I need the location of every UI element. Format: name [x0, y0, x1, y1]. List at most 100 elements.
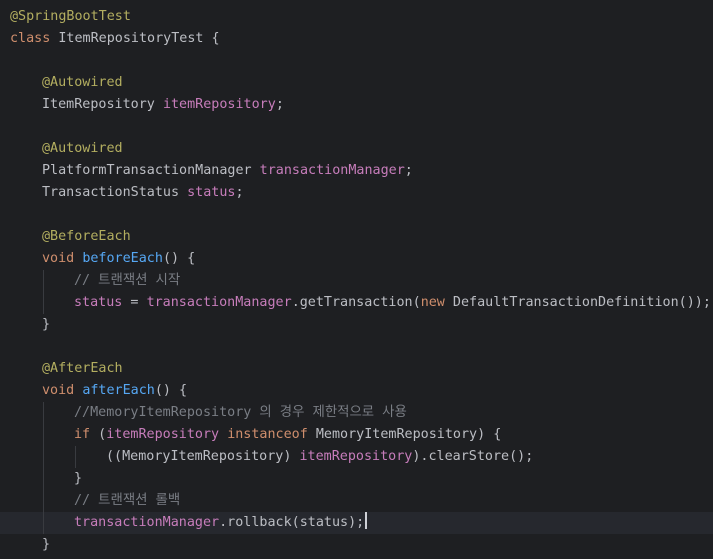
- code-line[interactable]: [0, 50, 713, 72]
- code-text: @Autowired: [42, 72, 123, 94]
- code-token: @AfterEach: [42, 361, 123, 376]
- code-token: ).clearStore();: [412, 449, 534, 464]
- code-token: status: [187, 185, 236, 200]
- code-text: @Autowired: [42, 138, 123, 160]
- code-token: TransactionStatus: [42, 185, 188, 200]
- code-token: MemoryItemRepository) {: [307, 427, 502, 442]
- code-token: @BeforeEach: [42, 229, 131, 244]
- code-token: itemRepository: [299, 449, 413, 464]
- indent-guide: [43, 292, 44, 314]
- code-line[interactable]: @AfterEach: [0, 358, 713, 380]
- code-line[interactable]: [0, 204, 713, 226]
- code-token: ;: [404, 163, 413, 178]
- indent-guide: [43, 402, 44, 424]
- text-caret: [365, 512, 368, 529]
- code-token: itemRepository: [106, 427, 220, 442]
- code-text: }: [74, 468, 82, 490]
- code-line[interactable]: PlatformTransactionManager transactionMa…: [0, 160, 713, 182]
- code-token: =: [122, 295, 147, 310]
- indent-guide: [43, 424, 44, 446]
- code-token: if: [74, 427, 91, 442]
- code-token: PlatformTransactionManager: [42, 163, 260, 178]
- code-token: transactionManager: [146, 295, 292, 310]
- code-token: (: [90, 427, 107, 442]
- code-token: status: [74, 295, 123, 310]
- code-text: void afterEach() {: [42, 380, 187, 402]
- code-text: ItemRepository itemRepository;: [42, 94, 284, 116]
- code-text: //MemoryItemRepository 의 경우 제한적으로 사용: [74, 402, 407, 424]
- code-line[interactable]: void afterEach() {: [0, 380, 713, 402]
- code-token: beforeEach: [82, 251, 163, 266]
- code-line[interactable]: // 트랜잭션 롤백: [0, 490, 713, 512]
- code-line[interactable]: TransactionStatus status;: [0, 182, 713, 204]
- code-text: transactionManager.rollback(status);: [74, 512, 368, 534]
- code-token: transactionManager: [74, 515, 220, 530]
- code-line[interactable]: status = transactionManager.getTransacti…: [0, 292, 713, 314]
- code-line[interactable]: }: [0, 468, 713, 490]
- code-text: if (itemRepository instanceof MemoryItem…: [74, 424, 501, 446]
- code-line[interactable]: void beforeEach() {: [0, 248, 713, 270]
- indent-guide: [75, 446, 76, 468]
- code-text: }: [42, 534, 50, 556]
- code-token: void: [42, 383, 75, 398]
- code-token: // 트랜잭션 롤백: [74, 493, 181, 508]
- code-token: ItemRepositoryTest {: [50, 31, 220, 46]
- code-text: @BeforeEach: [42, 226, 131, 248]
- code-token: // 트랜잭션 시작: [74, 273, 181, 288]
- code-token: //MemoryItemRepository 의 경우 제한적으로 사용: [74, 405, 407, 420]
- code-token: ;: [235, 185, 244, 200]
- code-token: }: [74, 471, 83, 486]
- code-line[interactable]: //MemoryItemRepository 의 경우 제한적으로 사용: [0, 402, 713, 424]
- code-line[interactable]: @SpringBootTest: [0, 6, 713, 28]
- code-token: }: [42, 537, 51, 552]
- code-text: ((MemoryItemRepository) itemRepository).…: [106, 446, 533, 468]
- code-token: @SpringBootTest: [10, 9, 131, 24]
- code-token: ((MemoryItemRepository): [106, 449, 300, 464]
- indent-guide: [43, 490, 44, 512]
- code-line[interactable]: ((MemoryItemRepository) itemRepository).…: [0, 446, 713, 468]
- code-line[interactable]: }: [0, 534, 713, 556]
- code-text: // 트랜잭션 롤백: [74, 490, 180, 512]
- code-text: status = transactionManager.getTransacti…: [74, 292, 711, 314]
- code-token: @Autowired: [42, 75, 123, 90]
- code-text: }: [42, 314, 50, 336]
- code-token: class: [10, 31, 51, 46]
- code-text: void beforeEach() {: [42, 248, 195, 270]
- code-editor[interactable]: @SpringBootTest class ItemRepositoryTest …: [0, 0, 713, 559]
- code-token: () {: [162, 251, 196, 266]
- code-line[interactable]: if (itemRepository instanceof MemoryItem…: [0, 424, 713, 446]
- code-line[interactable]: [0, 336, 713, 358]
- code-line[interactable]: @Autowired: [0, 72, 713, 94]
- code-token: .getTransaction(: [291, 295, 421, 310]
- code-text: PlatformTransactionManager transactionMa…: [42, 160, 413, 182]
- code-line[interactable]: }: [0, 314, 713, 336]
- code-token: ;: [275, 97, 284, 112]
- code-line[interactable]: class ItemRepositoryTest {: [0, 28, 713, 50]
- code-token: instanceof: [227, 427, 308, 442]
- indent-guide: [43, 468, 44, 490]
- code-token: new: [420, 295, 445, 310]
- code-line[interactable]: @BeforeEach: [0, 226, 713, 248]
- code-line[interactable]: [0, 116, 713, 138]
- code-token: itemRepository: [162, 97, 276, 112]
- code-token: }: [42, 317, 51, 332]
- code-text: @AfterEach: [42, 358, 123, 380]
- code-token: ItemRepository: [42, 97, 163, 112]
- code-text: class ItemRepositoryTest {: [10, 28, 220, 50]
- code-line[interactable]: ItemRepository itemRepository;: [0, 94, 713, 116]
- code-token: transactionManager: [259, 163, 405, 178]
- code-token: DefaultTransactionDefinition());: [444, 295, 711, 310]
- code-token: void: [42, 251, 75, 266]
- code-line[interactable]: // 트랜잭션 시작: [0, 270, 713, 292]
- code-line[interactable]: @Autowired: [0, 138, 713, 160]
- code-token: () {: [154, 383, 188, 398]
- code-token: .rollback(status);: [219, 515, 365, 530]
- code-text: TransactionStatus status;: [42, 182, 244, 204]
- code-token: @Autowired: [42, 141, 123, 156]
- code-token: afterEach: [82, 383, 155, 398]
- code-text: @SpringBootTest: [10, 6, 131, 28]
- code-text: // 트랜잭션 시작: [74, 270, 180, 292]
- indent-guide: [43, 270, 44, 292]
- code-line-current[interactable]: transactionManager.rollback(status);: [0, 512, 713, 534]
